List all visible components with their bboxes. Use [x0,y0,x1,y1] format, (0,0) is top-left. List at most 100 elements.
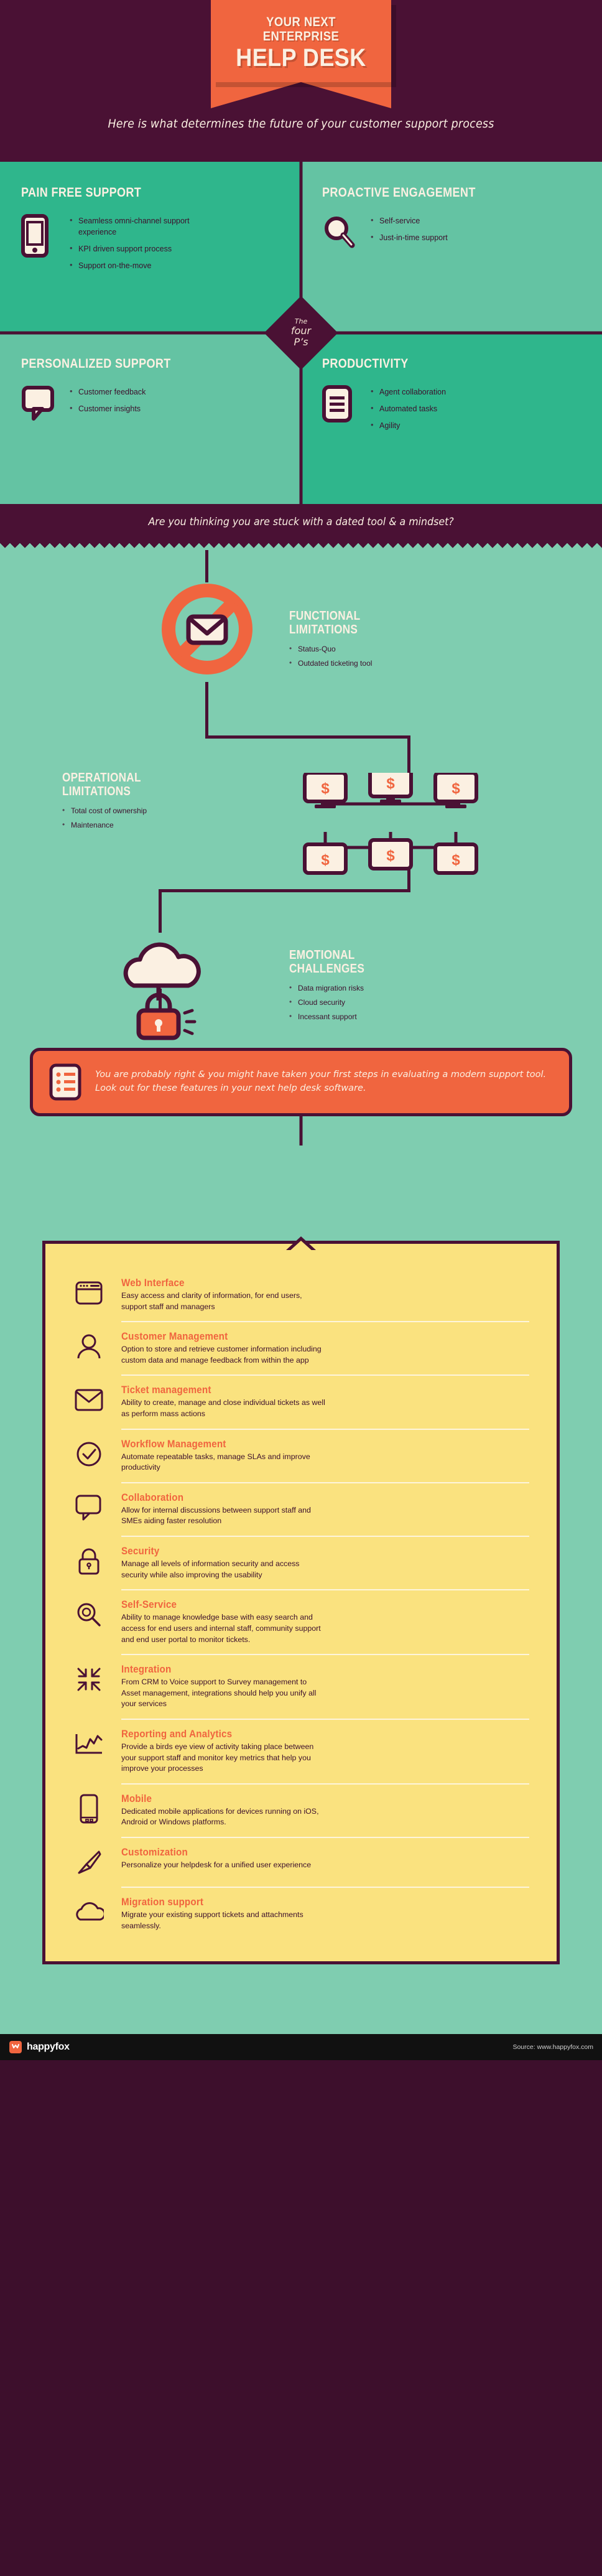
list-item: Outdated ticketing tool [289,658,470,668]
functional-limitations-block: FUNCTIONAL LIMITATIONS Status-Quo Outdat… [289,609,470,673]
feature-name: Security [121,1546,160,1557]
fox-logo-icon [9,2041,22,2054]
quadrant-title: PERSONALIZED SUPPORT [21,357,171,371]
list-item: Status-Quo [289,644,470,653]
user-icon [73,1331,105,1362]
limitation-title-line-2: CHALLENGES [289,962,365,976]
magnifier-icon [322,214,358,259]
limitations-section: FUNCTIONAL LIMITATIONS Status-Quo Outdat… [0,550,602,1241]
svg-text:$: $ [321,852,330,869]
list-item: Customer insights [70,403,146,414]
infographic-page: YOUR NEXT ENTERPRISE HELP DESK Here is w… [0,0,602,2576]
feature-name: Self-Service [121,1599,177,1611]
feature-row-customer-management: Customer Management Option to store and … [73,1322,529,1374]
footer-spacer [0,2002,602,2035]
quadrant-bullets: Customer feedback Customer insights [70,385,146,420]
feature-row-ticket-management: Ticket management Ability to create, man… [73,1376,529,1428]
feature-name: Web Interface [121,1277,185,1289]
feature-name: Mobile [121,1793,152,1804]
feature-desc: Automate repeatable tasks, manage SLAs a… [121,1452,310,1472]
four-ps-section: PAIN FREE SUPPORT Seamless omni-channel … [0,162,602,504]
feature-row-web-interface: Web Interface Easy access and clarity of… [73,1269,529,1321]
feature-name: Integration [121,1664,172,1676]
panel-notch [289,1241,313,1252]
feature-row-workflow-management: Workflow Management Automate repeatable … [73,1430,529,1482]
check-circle-icon [73,1439,105,1470]
connector-line [205,550,208,582]
line-chart-icon [73,1729,105,1760]
feature-desc: From CRM to Voice support to Survey mana… [121,1678,317,1709]
title-ribbon: YOUR NEXT ENTERPRISE HELP DESK [211,0,391,109]
question-banner-text: Are you thinking you are stuck with a da… [148,516,454,528]
header-kicker: YOUR NEXT ENTERPRISE [262,15,340,44]
list-item: KPI driven support process [70,243,213,254]
limitation-title: EMOTIONAL CHALLENGES [289,948,450,976]
magnifier-icon [73,1599,105,1630]
features-section: Web Interface Easy access and clarity of… [0,1236,602,2002]
feature-row-reporting-and-analytics: Reporting and Analytics Provide a birds … [73,1720,529,1783]
feature-name: Workflow Management [121,1438,226,1450]
svg-text:$: $ [452,780,460,797]
browser-window-icon [73,1277,105,1309]
list-item: Maintenance [62,820,243,829]
limitation-title-line-1: FUNCTIONAL [289,609,361,623]
quadrant-bullets: Self-service Just-in-time support [371,214,448,249]
limitation-title-line-2: LIMITATIONS [62,785,131,799]
feature-name: Migration support [121,1897,204,1908]
connector-line [205,682,208,738]
limitation-bullets: Data migration risks Cloud security Ince… [289,983,476,1021]
limitation-bullets: Status-Quo Outdated ticketing tool [289,644,470,668]
svg-text:$: $ [386,847,395,864]
feature-row-mobile: Mobile Dedicated mobile applications for… [73,1785,529,1837]
feature-desc: Dedicated mobile applications for device… [121,1806,319,1827]
quadrant-title: PAIN FREE SUPPORT [21,185,142,200]
brand-name: happyfox [27,2042,70,2053]
list-item: Automated tasks [371,403,446,414]
feature-row-security: Security Manage all levels of informatio… [73,1537,529,1589]
envelope-icon [73,1384,105,1416]
padlock-icon [73,1546,105,1577]
connector-line [159,889,162,933]
connector-line [205,735,410,739]
list-item: Support on-the-move [70,259,213,271]
document-lines-icon [322,385,358,430]
svg-text:$: $ [386,775,395,792]
feature-name: Customer Management [121,1331,228,1343]
quadrant-personalized-support: PERSONALIZED SUPPORT Customer feedback C… [0,333,301,504]
feature-desc: Personalize your helpdesk for a unified … [121,1860,312,1870]
callout-holder: You are probably right & you might have … [0,1048,602,1146]
feature-row-collaboration: Collaboration Allow for internal discuss… [73,1483,529,1536]
connector-line [407,735,410,774]
feature-desc: Ability to manage knowledge base with ea… [121,1613,321,1644]
cloud-icon [73,1897,105,1928]
features-panel: Web Interface Easy access and clarity of… [42,1236,560,1965]
quadrant-title: PRODUCTIVITY [322,357,409,371]
smartphone-icon [21,214,57,259]
feature-desc: Migrate your existing support tickets an… [121,1910,303,1930]
limitation-title-line-1: OPERATIONAL [62,771,141,785]
mobile-phone-icon [73,1793,105,1824]
list-item: Self-service [371,215,448,226]
feature-row-integration: Integration From CRM to Voice support to… [73,1655,529,1719]
ribbon-tail [211,82,391,109]
feature-desc: Option to store and retrieve customer in… [121,1345,322,1365]
header-section: YOUR NEXT ENTERPRISE HELP DESK Here is w… [0,0,602,162]
limitation-title: FUNCTIONAL LIMITATIONS [289,609,444,637]
feature-desc: Easy access and clarity of information, … [121,1291,302,1311]
limitation-bullets: Total cost of ownership Maintenance [62,806,243,829]
quadrant-bullets: Agent collaboration Automated tasks Agil… [371,385,446,437]
feature-row-migration-support: Migration support Migrate your existing … [73,1888,529,1940]
callout-text: You are probably right & you might have … [95,1070,547,1093]
quadrant-pain-free-support: PAIN FREE SUPPORT Seamless omni-channel … [0,162,301,333]
brand-logo[interactable]: happyfox [9,2040,70,2054]
feature-name: Ticket management [121,1384,211,1396]
list-item: Just-in-time support [371,231,448,243]
svg-text:$: $ [452,852,460,869]
list-item: Customer feedback [70,386,146,398]
feature-row-customization: Customization Personalize your helpdesk … [73,1838,529,1887]
callout-stem [299,1113,303,1146]
limitation-title-line-1: EMOTIONAL [289,948,355,962]
feature-name: Reporting and Analytics [121,1728,233,1740]
feature-row-self-service: Self-Service Ability to manage knowledge… [73,1590,529,1654]
cloud-lock-icon [115,931,215,1043]
